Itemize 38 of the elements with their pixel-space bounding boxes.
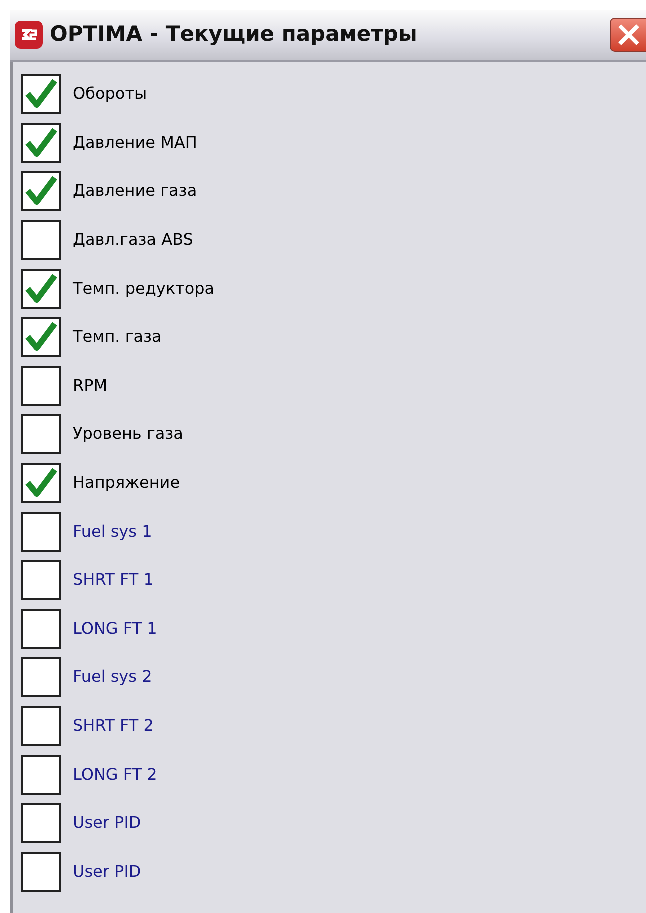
parameter-label: Давл.газа ABS bbox=[73, 229, 194, 252]
parameter-label: Обороты bbox=[73, 83, 148, 106]
checked-checkbox[interactable] bbox=[21, 268, 61, 309]
parameter-label: Темп. газа bbox=[73, 326, 162, 348]
checkbox[interactable] bbox=[21, 414, 61, 454]
parameter-label: Давление газа bbox=[73, 180, 198, 202]
parameter-label: User PID bbox=[73, 812, 142, 834]
checkbox[interactable] bbox=[21, 560, 61, 600]
parameter-label: User PID bbox=[73, 860, 142, 883]
checked-checkbox[interactable] bbox=[21, 317, 61, 358]
checkbox[interactable] bbox=[21, 852, 61, 892]
parameter-label: Fuel sys 2 bbox=[73, 666, 152, 688]
checkbox[interactable] bbox=[21, 803, 61, 844]
parameter-label: Уровень газа bbox=[73, 423, 184, 446]
parameter-label: RPM bbox=[73, 374, 108, 397]
checkbox[interactable] bbox=[21, 512, 61, 552]
parameter-label: SHRT FT 2 bbox=[73, 715, 154, 738]
parameter-label: Fuel sys 1 bbox=[73, 520, 152, 543]
parameter-label: SHRT FT 1 bbox=[73, 569, 154, 592]
checked-checkbox[interactable] bbox=[21, 171, 61, 212]
checkbox[interactable] bbox=[21, 657, 61, 698]
close-icon bbox=[616, 22, 642, 48]
checkbox[interactable] bbox=[21, 366, 61, 406]
close-button[interactable] bbox=[610, 18, 646, 52]
app-logo-icon bbox=[14, 20, 44, 50]
parameter-label: LONG FT 1 bbox=[73, 618, 158, 640]
parameter-label: Напряжение bbox=[73, 472, 180, 494]
checked-checkbox[interactable] bbox=[21, 463, 61, 504]
checked-checkbox[interactable] bbox=[21, 74, 61, 114]
parameter-label: Темп. редуктора bbox=[73, 278, 215, 300]
checkbox[interactable] bbox=[21, 754, 61, 795]
parameter-label: LONG FT 2 bbox=[73, 764, 158, 786]
checkbox[interactable] bbox=[21, 608, 61, 649]
checked-checkbox[interactable] bbox=[21, 122, 61, 163]
parameter-label: Давление МАП bbox=[73, 132, 198, 154]
checkbox[interactable] bbox=[21, 220, 61, 260]
checkbox[interactable] bbox=[21, 706, 61, 746]
window-title: OPTIMA - Текущие параметры bbox=[50, 21, 418, 48]
